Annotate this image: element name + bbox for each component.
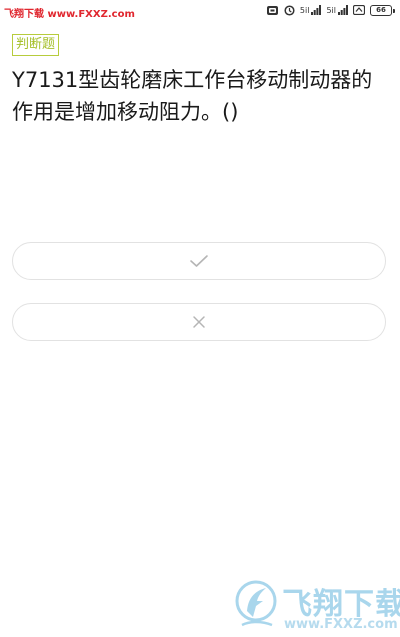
watermark-logo: 飞翔下载 www.FXXZ.com — [232, 573, 400, 633]
question-type-tag: 判断题 — [12, 34, 60, 56]
signal-icon — [338, 5, 348, 15]
option-true-button[interactable] — [12, 242, 386, 280]
wifi-icon — [353, 5, 365, 15]
battery-icon: 66 — [370, 4, 395, 16]
signal-label-2: 5il — [326, 5, 336, 15]
option-false-button[interactable] — [12, 303, 386, 341]
signal-label-1: 5il — [299, 5, 310, 15]
cross-icon — [192, 315, 206, 329]
question-text: Y7131型齿轮磨床工作台移动制动器的作用是增加移动阻力。() — [12, 68, 373, 124]
check-icon — [189, 254, 209, 268]
status-icons: 5il 5il 66 — [266, 3, 395, 17]
signal-icon — [311, 5, 322, 15]
status-bar: 飞翔下载 www.FXXZ.com 5il 5il 66 — [0, 0, 400, 26]
logo-emblem-icon — [234, 577, 278, 629]
alarm-icon — [284, 4, 295, 16]
watermark-text: 飞翔下载 www.FXXZ.com — [4, 9, 135, 20]
notification-icon — [266, 5, 279, 16]
logo-url: www.FXXZ.com — [284, 617, 398, 632]
